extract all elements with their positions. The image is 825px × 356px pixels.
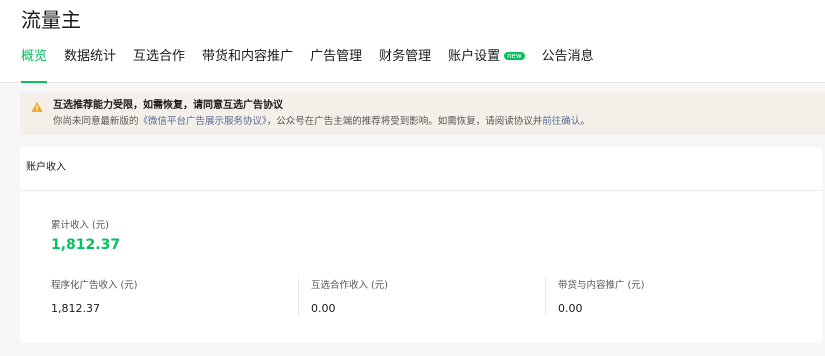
- tab-goods-content-promotion[interactable]: 带货和内容推广: [202, 46, 293, 82]
- new-badge: new: [504, 52, 525, 60]
- card-title: 账户收入: [26, 162, 66, 173]
- agreement-notice: 互选推荐能力受限，如需恢复，请同意互选广告协议 你尚未同意最新版的《微信平台广告…: [20, 93, 825, 135]
- notice-title: 互选推荐能力受限，如需恢复，请同意互选广告协议: [53, 100, 283, 111]
- notice-text: 你尚未同意最新版的: [53, 116, 139, 127]
- notice-text: ，公众号在广告主端的推荐将受到影响。如需恢复，请阅读协议并: [266, 116, 543, 127]
- warning-icon: [31, 101, 43, 112]
- stat-divider: [545, 278, 546, 316]
- main-tabs: 概览 数据统计 互选合作 带货和内容推广 广告管理 财务管理 账户设置 new 公…: [21, 46, 611, 83]
- notice-text: 。: [580, 116, 590, 127]
- tab-data-statistics[interactable]: 数据统计: [64, 46, 116, 82]
- programmatic-ad-income: 程序化广告收入 (元) 1,812.37: [51, 279, 137, 319]
- tab-label: 公告消息: [541, 49, 594, 64]
- stat-label: 互选合作收入 (元): [311, 280, 388, 291]
- tab-ad-management[interactable]: 广告管理: [310, 46, 362, 82]
- card-header: 账户收入: [20, 147, 822, 191]
- account-income-card: 账户收入 累计收入 (元) 1,812.37 程序化广告收入 (元) 1,812…: [20, 147, 822, 343]
- tab-mutual-selection[interactable]: 互选合作: [133, 46, 185, 82]
- stat-value: 0.00: [558, 302, 583, 315]
- stat-label: 带货与内容推广 (元): [558, 280, 645, 291]
- tab-label: 账户设置: [448, 49, 501, 64]
- tab-label: 数据统计: [64, 49, 117, 64]
- goods-content-income: 带货与内容推广 (元) 0.00: [558, 279, 644, 319]
- confirm-link[interactable]: 前往确认: [542, 116, 580, 127]
- tab-label: 带货和内容推广: [202, 49, 294, 64]
- total-income-value: 1,812.37: [51, 237, 121, 253]
- tab-label: 互选合作: [133, 49, 186, 64]
- total-income-label: 累计收入 (元): [51, 220, 109, 231]
- header: 流量主 概览 数据统计 互选合作 带货和内容推广 广告管理 财务管理 账户设置 n…: [0, 0, 825, 83]
- tab-label: 财务管理: [379, 49, 432, 64]
- notice-body: 你尚未同意最新版的《微信平台广告展示服务协议》，公众号在广告主端的推荐将受到影响…: [53, 115, 590, 129]
- stat-value: 0.00: [311, 302, 336, 315]
- stat-label: 程序化广告收入 (元): [51, 280, 138, 291]
- tab-overview[interactable]: 概览: [21, 46, 48, 83]
- tab-label: 广告管理: [310, 49, 363, 64]
- mutual-selection-income: 互选合作收入 (元) 0.00: [311, 279, 388, 319]
- tab-announcements[interactable]: 公告消息: [542, 46, 594, 82]
- agreement-link[interactable]: 《微信平台广告展示服务协议》: [139, 116, 267, 127]
- stat-divider: [298, 278, 299, 316]
- tab-finance-management[interactable]: 财务管理: [379, 46, 431, 82]
- page-title: 流量主: [21, 8, 81, 32]
- stat-value: 1,812.37: [51, 302, 100, 315]
- tab-label: 概览: [21, 49, 48, 64]
- tab-account-settings[interactable]: 账户设置 new: [448, 46, 525, 82]
